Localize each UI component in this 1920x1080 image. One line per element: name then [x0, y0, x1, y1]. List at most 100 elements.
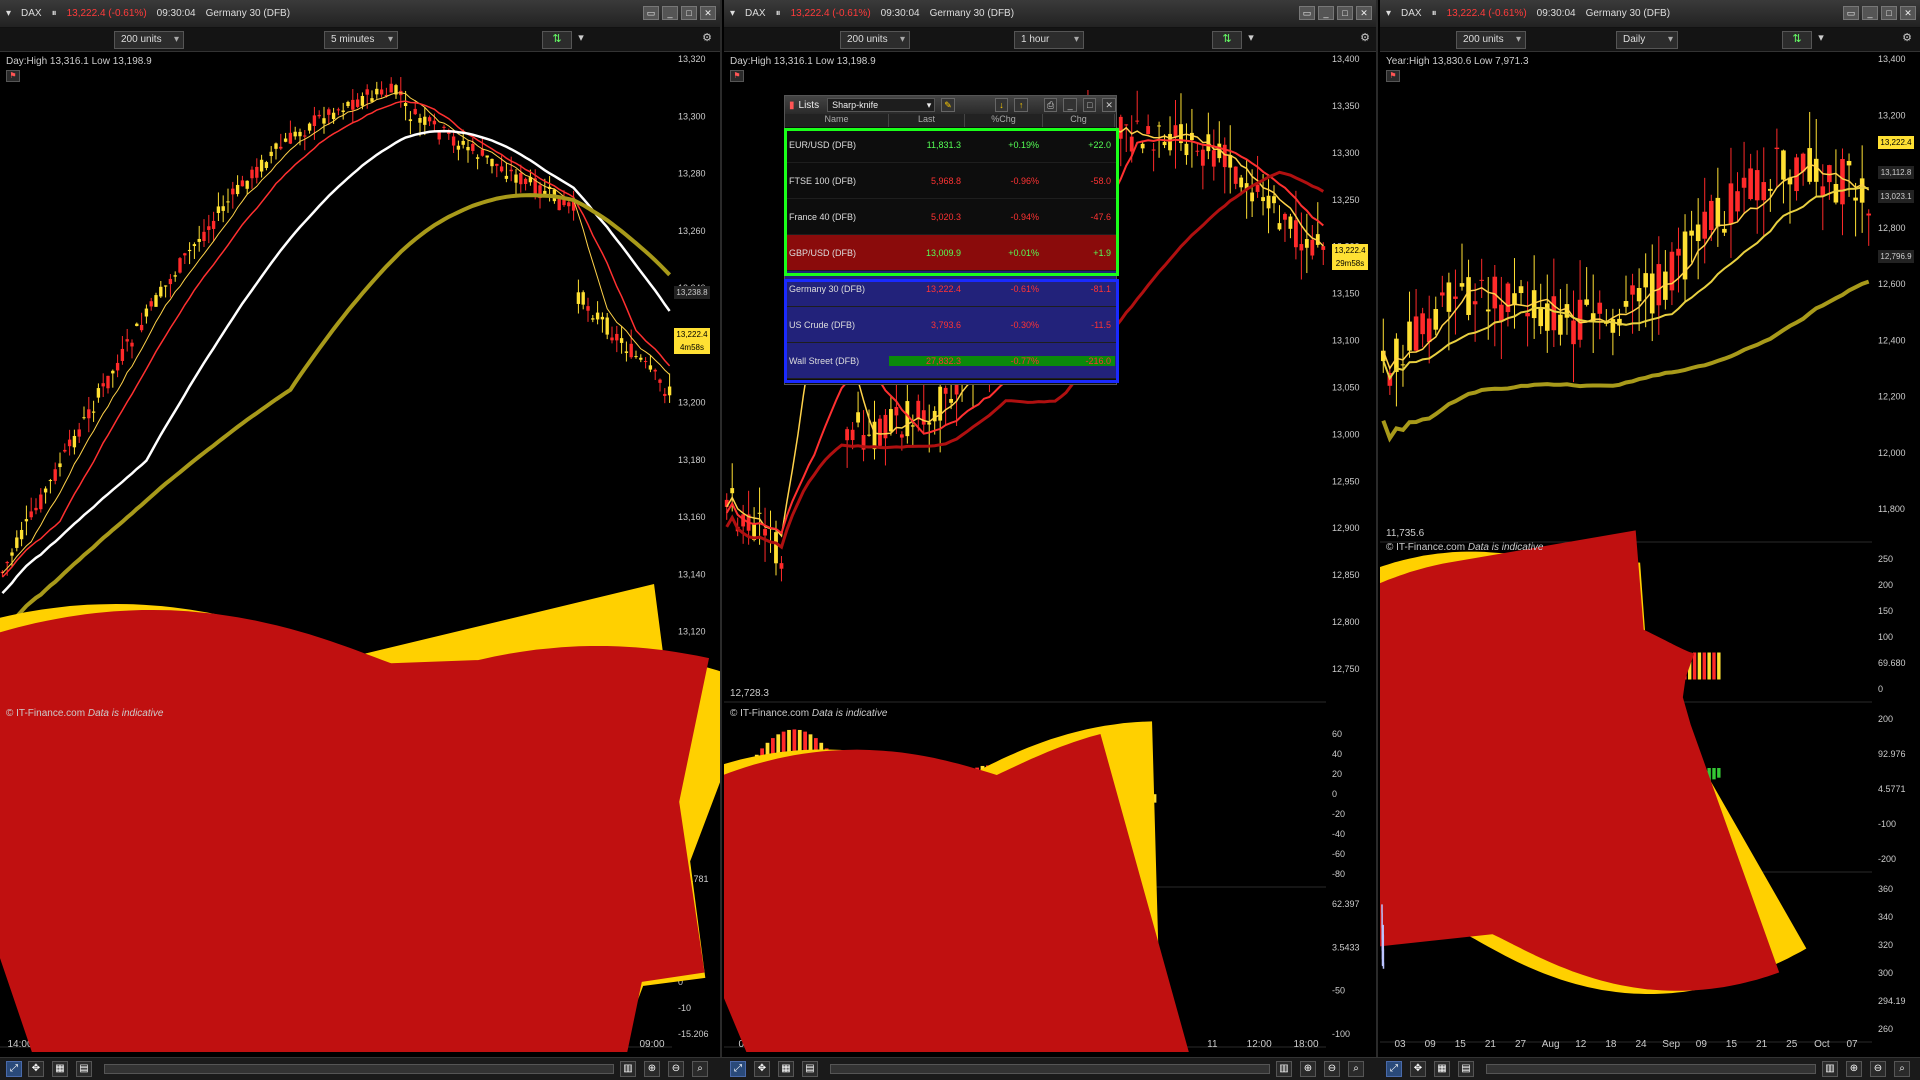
zoom-in-icon[interactable]: ⊕	[1846, 1061, 1862, 1077]
lists-window[interactable]: ▮ Lists Sharp-knife ✎ ↓ ↑ ⎙ _ □ ✕ Name L…	[784, 95, 1117, 385]
close-icon[interactable]: ✕	[1356, 6, 1372, 20]
grid-icon[interactable]: ▦	[778, 1061, 794, 1077]
close-icon[interactable]: ✕	[1900, 6, 1916, 20]
wrench-icon[interactable]: ✎	[941, 98, 955, 112]
maximize-icon[interactable]: □	[1337, 6, 1353, 20]
column-header-chg[interactable]: Chg	[1043, 114, 1115, 127]
layout-icon[interactable]: ▭	[1843, 6, 1859, 20]
price-chart[interactable]: 13,32013,30013,28013,26013,24013,22013,2…	[0, 52, 722, 1052]
candle	[905, 401, 910, 437]
window-titlebar[interactable]: ▾ DAX ⏸ 13,222.4 (-0.61%) 09:30:04 Germa…	[0, 0, 720, 28]
list-row[interactable]: GBP/USD (DFB) 13,009.9 +0.01% +1.9	[785, 235, 1116, 271]
scrollbar[interactable]	[104, 1064, 614, 1074]
scrollbar[interactable]	[1486, 1064, 1816, 1074]
chevron-down-icon[interactable]: ▾	[6, 8, 11, 19]
list-row[interactable]: EUR/USD (DFB) 11,831.3 +0.19% +22.0	[785, 127, 1116, 163]
minimize-icon[interactable]: _	[662, 6, 678, 20]
clock: 09:30:04	[156, 8, 196, 19]
settings-icon[interactable]: ⚙	[1900, 31, 1914, 49]
list-selector-dropdown[interactable]: Sharp-knife	[827, 98, 936, 112]
list-row[interactable]: Germany 30 (DFB) 13,222.4 -0.61% -81.1	[785, 271, 1116, 307]
scrollbar[interactable]	[830, 1064, 1270, 1074]
arrow-up-icon[interactable]: ↑	[1014, 98, 1028, 112]
time-axis-label: Oct	[1814, 1039, 1830, 1050]
grid-icon[interactable]: ▦	[1434, 1061, 1450, 1077]
maximize-icon[interactable]: □	[1082, 98, 1097, 112]
cursor-icon[interactable]: ✥	[1410, 1061, 1426, 1077]
window-titlebar[interactable]: ▾ DAX ⏸ 13,222.4 (-0.61%) 09:30:04 Germa…	[1380, 0, 1920, 28]
list-row[interactable]: Wall Street (DFB) 27,832.3 -0.77% -216.0	[785, 343, 1116, 379]
chevron-down-icon[interactable]: ▾	[1814, 31, 1828, 49]
candle	[883, 414, 888, 439]
window-titlebar[interactable]: ▾ DAX ⏸ 13,222.4 (-0.61%) 09:30:04 Germa…	[724, 0, 1376, 28]
units-dropdown[interactable]: 200 units	[114, 31, 184, 49]
zoom-out-icon[interactable]: ⊖	[668, 1061, 684, 1077]
chart-window-5min[interactable]: ▾ DAX ⏸ 13,222.4 (-0.61%) 09:30:04 Germa…	[0, 0, 722, 1057]
drawing-icon[interactable]: ▤	[802, 1061, 818, 1077]
zoom-in-icon[interactable]: ⊕	[1300, 1061, 1316, 1077]
list-row[interactable]: US Crude (DFB) 3,793.6 -0.30% -11.5	[785, 307, 1116, 343]
indicators-icon[interactable]: ⇅	[1212, 31, 1242, 49]
chevron-down-icon[interactable]: ▾	[1244, 31, 1258, 49]
candle	[77, 429, 81, 437]
pause-icon[interactable]: ⏸	[776, 8, 781, 19]
layout-icon[interactable]: ▭	[1299, 6, 1315, 20]
search-icon[interactable]: ⌕	[1348, 1061, 1364, 1077]
cursor-icon[interactable]: ✥	[754, 1061, 770, 1077]
chevron-down-icon[interactable]: ▾	[1386, 8, 1391, 19]
column-header-last[interactable]: Last	[889, 114, 965, 127]
column-header-name[interactable]: Name	[785, 114, 889, 127]
close-icon[interactable]: ✕	[1102, 98, 1116, 112]
zoom-icon[interactable]: ⤢	[1386, 1061, 1402, 1077]
search-icon[interactable]: ⌕	[692, 1061, 708, 1077]
pause-icon[interactable]: ⏸	[52, 8, 57, 19]
price-axis-label: 12,850	[1332, 570, 1360, 580]
zoom-in-icon[interactable]: ⊕	[644, 1061, 660, 1077]
moving-average-line	[1382, 163, 1870, 370]
search-icon[interactable]: ⌕	[1894, 1061, 1910, 1077]
timeframe-dropdown[interactable]: 5 minutes	[324, 31, 398, 49]
pause-icon[interactable]: ⏸	[1432, 8, 1437, 19]
units-dropdown[interactable]: 200 units	[840, 31, 910, 49]
grid-icon[interactable]: ▦	[52, 1061, 68, 1077]
zoom-out-icon[interactable]: ⊖	[1870, 1061, 1886, 1077]
candle	[91, 411, 96, 413]
minimize-icon[interactable]: _	[1318, 6, 1334, 20]
cursor-icon[interactable]: ✥	[28, 1061, 44, 1077]
chevron-down-icon[interactable]: ▾	[574, 31, 588, 49]
indicators-icon[interactable]: ⇅	[1782, 31, 1812, 49]
column-header-pct[interactable]: %Chg	[965, 114, 1043, 127]
units-dropdown[interactable]: 200 units	[1456, 31, 1526, 49]
chart-window-daily[interactable]: ▾ DAX ⏸ 13,222.4 (-0.61%) 09:30:04 Germa…	[1380, 0, 1920, 1057]
list-row[interactable]: France 40 (DFB) 5,020.3 -0.94% -47.6	[785, 199, 1116, 235]
chart-type-icon[interactable]: ▥	[1822, 1061, 1838, 1077]
indicators-icon[interactable]: ⇅	[542, 31, 572, 49]
settings-icon[interactable]: ⚙	[1358, 31, 1372, 49]
lists-titlebar[interactable]: ▮ Lists Sharp-knife ✎ ↓ ↑ ⎙ _ □ ✕	[785, 96, 1116, 114]
close-icon[interactable]: ✕	[700, 6, 716, 20]
countdown-label: 4m58s	[674, 341, 710, 354]
maximize-icon[interactable]: □	[1881, 6, 1897, 20]
minimize-icon[interactable]: _	[1862, 6, 1878, 20]
print-icon[interactable]: ⎙	[1043, 98, 1058, 112]
list-row[interactable]: FTSE 100 (DFB) 5,968.8 -0.96% -58.0	[785, 163, 1116, 199]
chart-type-icon[interactable]: ▥	[620, 1061, 636, 1077]
price-axis-label: 12,900	[1332, 523, 1360, 533]
candle	[943, 387, 948, 394]
candle	[1597, 302, 1603, 314]
chevron-down-icon[interactable]: ▾	[730, 8, 735, 19]
zoom-out-icon[interactable]: ⊖	[1324, 1061, 1340, 1077]
zoom-icon[interactable]: ⤢	[6, 1061, 22, 1077]
timeframe-dropdown[interactable]: Daily	[1616, 31, 1678, 49]
layout-icon[interactable]: ▭	[643, 6, 659, 20]
candle	[586, 306, 590, 311]
maximize-icon[interactable]: □	[681, 6, 697, 20]
drawing-icon[interactable]: ▤	[76, 1061, 92, 1077]
timeframe-dropdown[interactable]: 1 hour	[1014, 31, 1084, 49]
arrow-down-icon[interactable]: ↓	[994, 98, 1009, 112]
zoom-icon[interactable]: ⤢	[730, 1061, 746, 1077]
minimize-icon[interactable]: _	[1063, 98, 1077, 112]
drawing-icon[interactable]: ▤	[1458, 1061, 1474, 1077]
settings-icon[interactable]: ⚙	[700, 31, 714, 49]
chart-type-icon[interactable]: ▥	[1276, 1061, 1292, 1077]
